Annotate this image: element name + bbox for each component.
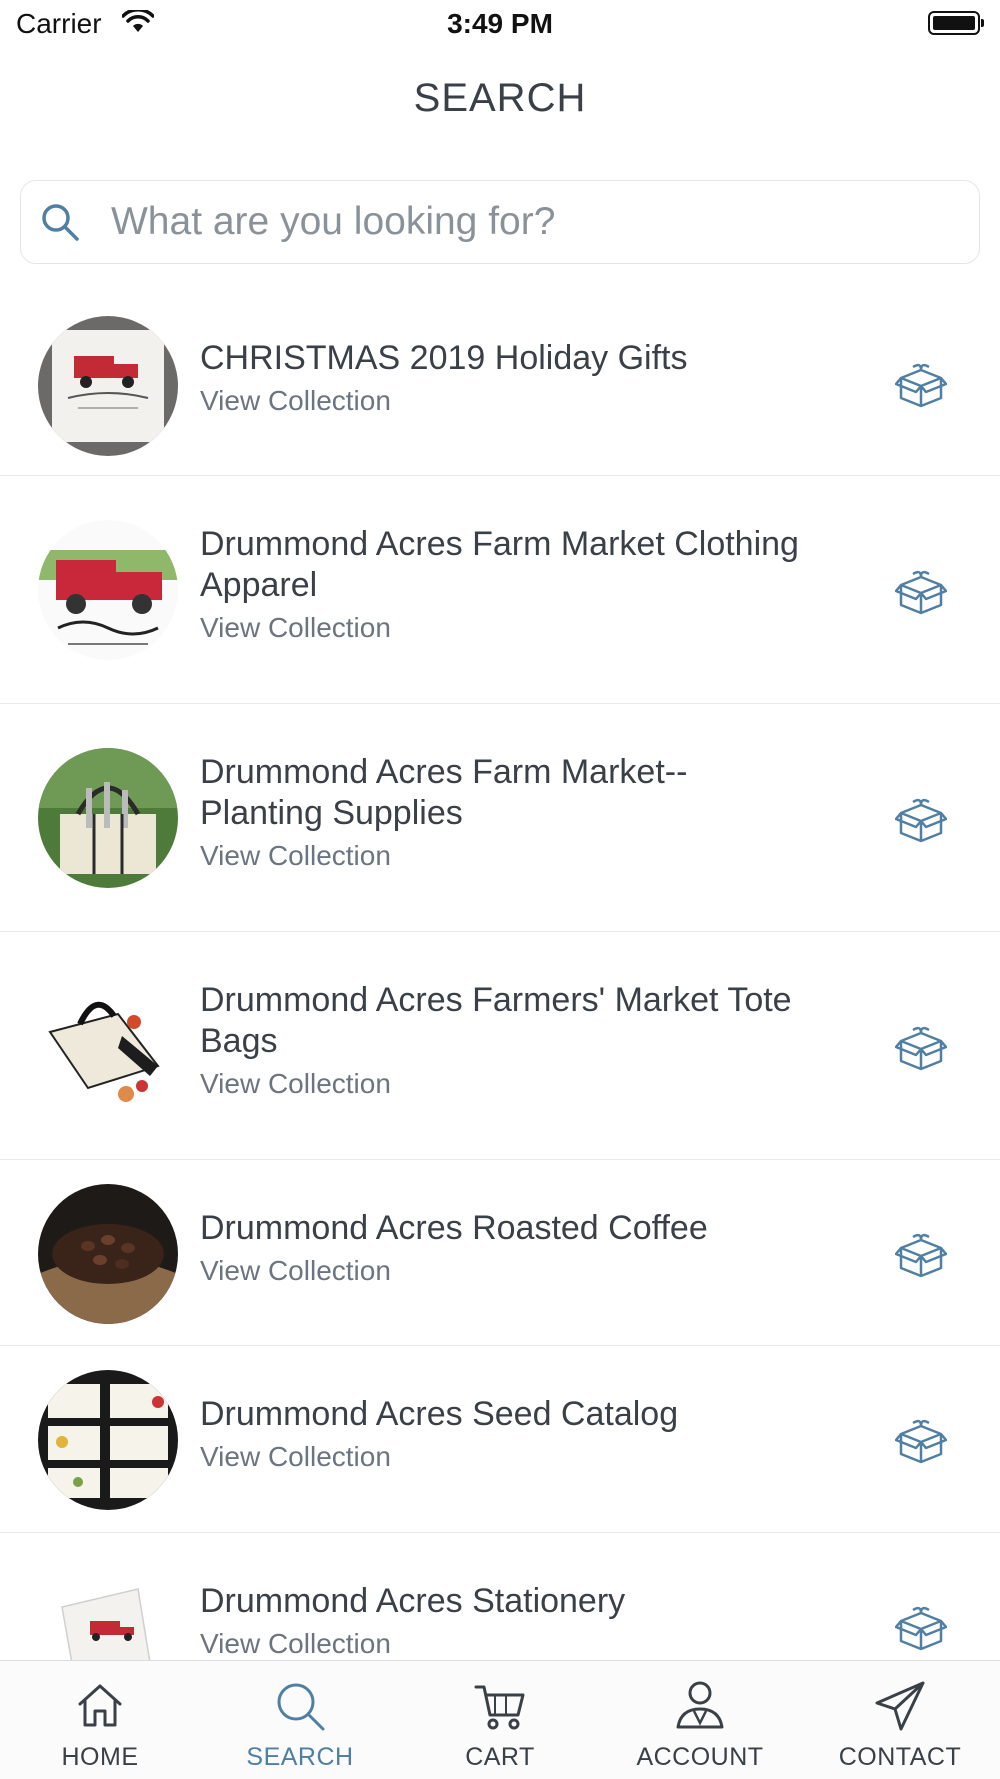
tab-label: HOME xyxy=(61,1743,139,1771)
list-item[interactable]: Drummond Acres Farmers' Market Tote Bags… xyxy=(0,932,1000,1160)
view-collection-link[interactable]: View Collection xyxy=(200,1068,800,1100)
tab-bar: HOME SEARCH CART ACCOUNT CONTACT xyxy=(0,1660,1000,1779)
list-item[interactable]: Drummond Acres Seed Catalog View Collect… xyxy=(0,1346,1000,1533)
collection-thumbnail xyxy=(38,1557,178,1660)
search-input[interactable] xyxy=(91,195,951,249)
gift-box-icon[interactable] xyxy=(894,1025,948,1071)
collection-title: Drummond Acres Farm Market Clothing Appa… xyxy=(200,525,799,604)
collection-thumbnail xyxy=(38,316,178,456)
tab-contact[interactable]: CONTACT xyxy=(800,1661,1000,1779)
collection-thumbnail xyxy=(38,1370,178,1510)
collection-thumbnail xyxy=(38,976,178,1116)
list-item[interactable]: Drummond Acres Roasted Coffee View Colle… xyxy=(0,1160,1000,1346)
tab-cart[interactable]: CART xyxy=(400,1661,600,1779)
gift-box-icon[interactable] xyxy=(894,1418,948,1464)
gift-box-icon[interactable] xyxy=(894,569,948,615)
view-collection-link[interactable]: View Collection xyxy=(200,840,800,872)
collection-title: Drummond Acres Farmers' Market Tote Bags xyxy=(200,981,792,1060)
view-collection-link[interactable]: View Collection xyxy=(200,1255,800,1287)
view-collection-link[interactable]: View Collection xyxy=(200,1628,800,1660)
collection-title: Drummond Acres Roasted Coffee xyxy=(200,1209,708,1247)
collection-thumbnail xyxy=(38,1184,178,1324)
list-item[interactable]: CHRISTMAS 2019 Holiday Gifts View Collec… xyxy=(0,270,1000,476)
page-title: SEARCH xyxy=(413,76,587,120)
tab-label: CONTACT xyxy=(838,1743,962,1771)
paper-plane-icon xyxy=(875,1681,925,1731)
gift-box-icon[interactable] xyxy=(894,797,948,843)
search-icon xyxy=(277,1683,325,1731)
tab-account[interactable]: ACCOUNT xyxy=(600,1661,800,1779)
tab-home[interactable]: HOME xyxy=(0,1661,200,1779)
collection-title: CHRISTMAS 2019 Holiday Gifts xyxy=(200,339,688,377)
search-icon xyxy=(39,201,81,243)
tab-label: ACCOUNT xyxy=(636,1743,764,1771)
clock: 3:49 PM xyxy=(447,8,553,39)
gift-box-icon[interactable] xyxy=(894,362,948,408)
collection-thumbnail xyxy=(38,520,178,660)
collection-list: CHRISTMAS 2019 Holiday Gifts View Collec… xyxy=(0,270,1000,1660)
list-item[interactable]: Drummond Acres Farm Market Clothing Appa… xyxy=(0,476,1000,704)
status-bar: Carrier 3:49 PM xyxy=(0,0,1000,50)
account-icon xyxy=(676,1681,724,1729)
list-item[interactable]: Drummond Acres Stationery View Collectio… xyxy=(0,1533,1000,1660)
gift-box-icon[interactable] xyxy=(894,1605,948,1651)
cart-icon xyxy=(474,1685,525,1730)
view-collection-link[interactable]: View Collection xyxy=(200,612,800,644)
tab-search[interactable]: SEARCH xyxy=(200,1661,400,1779)
search-bar[interactable] xyxy=(20,180,980,264)
collection-title: Drummond Acres Seed Catalog xyxy=(200,1395,679,1433)
home-icon xyxy=(78,1684,122,1727)
list-item[interactable]: Drummond Acres Farm Market--Planting Sup… xyxy=(0,704,1000,932)
collection-title: Drummond Acres Farm Market--Planting Sup… xyxy=(200,753,688,832)
collection-thumbnail xyxy=(38,748,178,888)
tab-label: SEARCH xyxy=(246,1743,354,1771)
view-collection-link[interactable]: View Collection xyxy=(200,1441,800,1473)
collection-title: Drummond Acres Stationery xyxy=(200,1582,626,1620)
battery-icon xyxy=(928,11,984,35)
view-collection-link[interactable]: View Collection xyxy=(200,385,800,417)
tab-label: CART xyxy=(465,1743,535,1771)
gift-box-icon[interactable] xyxy=(894,1232,948,1278)
